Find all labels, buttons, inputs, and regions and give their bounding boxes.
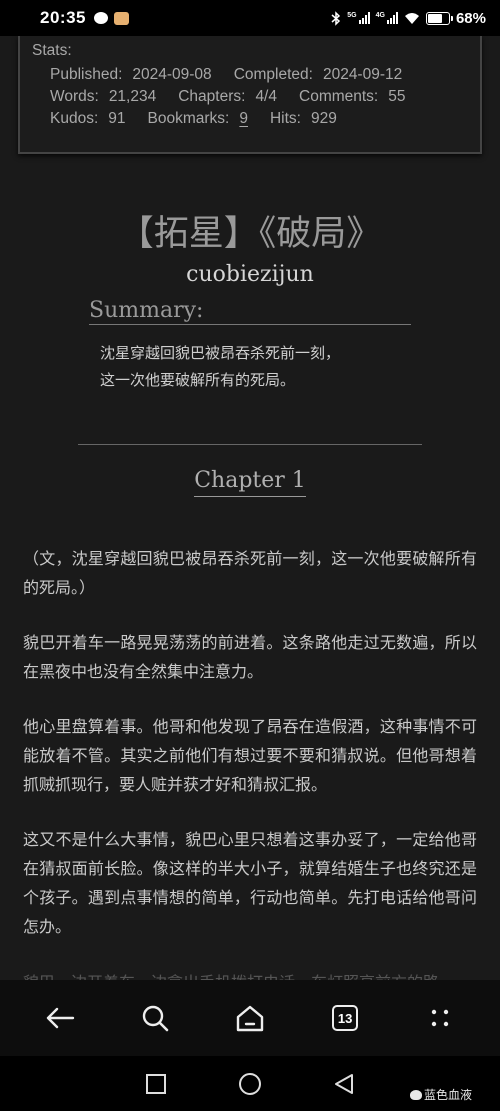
status-bar: 20:35 5G 4G 68% bbox=[0, 0, 500, 36]
paragraph: 他心里盘算着事。他哥和他发现了昂吞在造假酒，这种事情不可能放着不管。其实之前他们… bbox=[23, 717, 477, 794]
chapters-value: 4/4 bbox=[255, 88, 277, 105]
watermark: 蓝色血液 bbox=[409, 1086, 472, 1103]
back-triangle-icon[interactable] bbox=[333, 1073, 355, 1095]
summary-line: 这一次他要破解所有的死局。 bbox=[100, 371, 296, 389]
completed-label: Completed: bbox=[233, 66, 313, 83]
search-icon bbox=[142, 1005, 169, 1032]
summary-text: 沈星穿越回貌巴被昂吞杀死前一刻， 这一次他要破解所有的死局。 bbox=[100, 340, 420, 394]
work-title: 【拓星】《破局》 bbox=[118, 214, 382, 254]
watermark-text: 蓝色血液 bbox=[423, 1088, 472, 1102]
back-arrow-icon bbox=[46, 1007, 74, 1029]
chapter-title-link[interactable]: Chapter 1 bbox=[194, 468, 306, 497]
hits-value: 929 bbox=[310, 110, 337, 127]
hits-label: Hits: bbox=[269, 110, 301, 127]
bookmarks-link[interactable]: 9 bbox=[239, 110, 248, 128]
bluetooth-icon bbox=[331, 10, 341, 26]
kudos-value: 91 bbox=[108, 110, 126, 127]
paragraph: 貌巴开着车一路晃晃荡荡的前进着。这条路他走过无数遍，所以在黑夜中也没有全然集中注… bbox=[23, 633, 477, 681]
notification-icons bbox=[93, 11, 129, 25]
tabs-icon: 13 bbox=[332, 1005, 359, 1031]
wechat-icon bbox=[93, 11, 108, 24]
home-circle-icon[interactable] bbox=[238, 1072, 262, 1096]
divider bbox=[78, 444, 422, 445]
weibo-icon bbox=[409, 1090, 422, 1100]
partial-paragraph: 貌巴一边开着车一边拿出手机拨打电话，车灯照亮前方的路。 bbox=[23, 968, 477, 980]
completed-value: 2024-09-12 bbox=[322, 66, 403, 83]
clock: 20:35 bbox=[40, 8, 86, 27]
browser-toolbar: 13 bbox=[0, 980, 500, 1056]
comments-value: 55 bbox=[388, 88, 406, 105]
words-value: 21,234 bbox=[108, 88, 157, 105]
signal-5g-icon: 5G bbox=[347, 12, 370, 24]
stats-row-counts: Words: 21,234 Chapters: 4/4 Comments: 55 bbox=[32, 86, 480, 108]
work-stats: Stats: Published: 2024-09-08 Completed: … bbox=[18, 36, 482, 154]
published-label: Published: bbox=[50, 66, 123, 83]
app-notification-icon bbox=[113, 11, 129, 25]
summary-line: 沈星穿越回貌巴被昂吞杀死前一刻， bbox=[100, 344, 341, 362]
chapter-text: （文，沈星穿越回貌巴被昂吞杀死前一刻，这一次他要破解所有的死局。） 貌巴开着车一… bbox=[23, 544, 477, 967]
summary-heading: Summary: bbox=[89, 298, 411, 325]
chapter-heading: Chapter 1 bbox=[0, 468, 500, 497]
recents-square-icon[interactable] bbox=[145, 1073, 167, 1095]
chapters-label: Chapters: bbox=[178, 88, 246, 105]
paragraph: （文，沈星穿越回貌巴被昂吞杀死前一刻，这一次他要破解所有的死局。） bbox=[23, 549, 477, 597]
kudos-label: Kudos: bbox=[50, 110, 99, 127]
tabs-button[interactable]: 13 bbox=[323, 996, 367, 1040]
wifi-icon bbox=[404, 12, 419, 24]
comments-label: Comments: bbox=[299, 88, 379, 105]
author-link[interactable]: cuobiezijun bbox=[0, 262, 500, 287]
back-button[interactable] bbox=[38, 996, 82, 1040]
words-label: Words: bbox=[50, 88, 99, 105]
battery-fill bbox=[427, 13, 442, 23]
more-button[interactable] bbox=[418, 996, 462, 1040]
search-button[interactable] bbox=[133, 996, 177, 1040]
battery-icon bbox=[425, 11, 453, 25]
published-value: 2024-09-08 bbox=[132, 66, 212, 83]
bookmarks-label: Bookmarks: bbox=[147, 110, 230, 127]
stats-row-dates: Published: 2024-09-08 Completed: 2024-09… bbox=[32, 64, 480, 86]
battery-percent: 68% bbox=[455, 9, 486, 27]
paragraph: 这又不是什么大事情，貌巴心里只想着这事办妥了，一定给他哥在猜叔面前长脸。像这样的… bbox=[23, 830, 477, 936]
stats-title: Stats: bbox=[32, 42, 72, 59]
more-dots-icon bbox=[432, 1009, 449, 1027]
signal-4g-icon: 4G bbox=[376, 12, 398, 24]
home-button[interactable] bbox=[228, 996, 272, 1040]
status-right: 5G 4G 68% bbox=[331, 10, 486, 27]
stats-row-engagement: Kudos: 91 Bookmarks: 9 Hits: 929 bbox=[32, 108, 480, 130]
home-icon bbox=[236, 1005, 264, 1032]
